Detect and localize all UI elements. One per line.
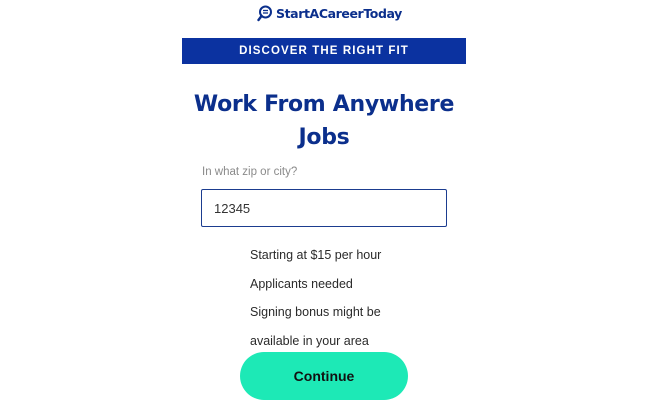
page-title: Work From Anywhere Jobs <box>182 88 466 154</box>
discover-banner: DISCOVER THE RIGHT FIT <box>182 38 466 64</box>
page-title-line-2: Jobs <box>298 125 350 150</box>
magnifier-with-lines-icon <box>257 5 272 21</box>
location-field-label: In what zip or city? <box>202 166 298 178</box>
page-title-line-1: Work From Anywhere <box>193 92 455 117</box>
benefit-item: Signing bonus might be <box>250 305 381 319</box>
logo-text: StartACareerToday <box>276 5 402 21</box>
benefit-item: Starting at $15 per hour <box>250 248 382 262</box>
banner-text: DISCOVER THE RIGHT FIT <box>239 45 409 57</box>
benefits-list: Starting at $15 per hour Applicants need… <box>250 241 381 355</box>
continue-button[interactable]: Continue <box>240 352 408 400</box>
benefit-item: Applicants needed <box>250 276 353 291</box>
benefit-item: available in your area <box>250 333 369 348</box>
landing-page: StartACareerToday DISCOVER THE RIGHT FIT… <box>0 0 648 405</box>
logo[interactable]: StartACareerToday <box>257 3 402 23</box>
zip-or-city-input[interactable] <box>201 189 447 227</box>
